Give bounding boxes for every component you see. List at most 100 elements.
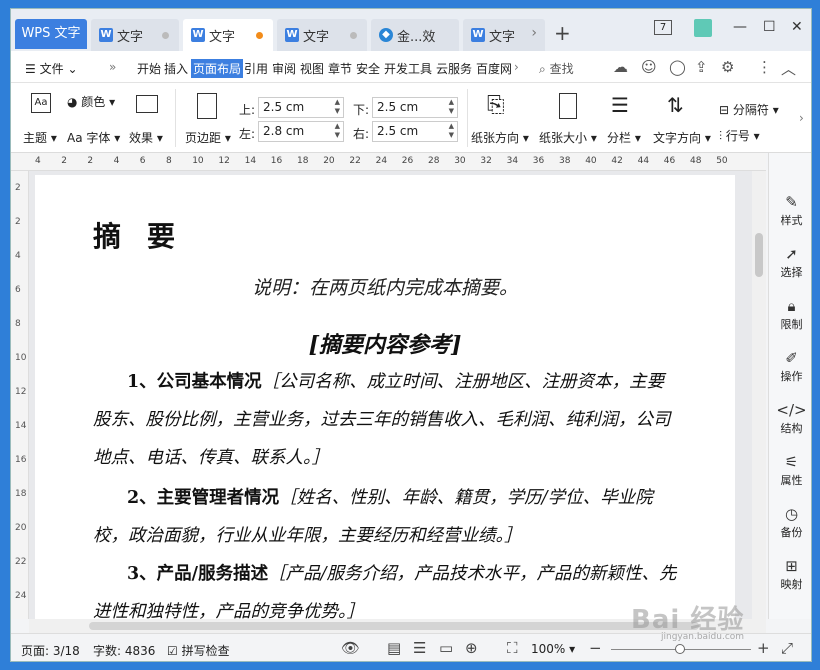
minimize-icon[interactable]: —	[733, 19, 747, 35]
maximize-icon[interactable]: ☐	[763, 19, 776, 35]
zoom-level[interactable]: 100% ▾	[531, 642, 575, 656]
scroll-thumb[interactable]	[89, 622, 699, 630]
document-page[interactable]: 摘要 说明：在两页纸内完成本摘要。 [摘要内容参考] 1、公司基本情况［公司名称…	[35, 175, 735, 619]
side-styles[interactable]: ✎ 样式	[769, 193, 811, 228]
close-icon[interactable]: ✕	[791, 19, 803, 35]
doc-tab-3[interactable]: W 文字	[277, 19, 367, 51]
comment-icon[interactable]: ◯	[669, 58, 686, 76]
text-direction-icon[interactable]: ⇅	[667, 93, 684, 117]
menu-item-security[interactable]: 安全	[356, 60, 380, 77]
paragraph-heading: 1、公司基本情况	[127, 372, 262, 392]
zoom-out-icon[interactable]: −	[589, 639, 602, 657]
ribbon-scroll-right-icon[interactable]: ›	[799, 111, 804, 125]
theme-button[interactable]: 主题 ▾	[23, 129, 57, 146]
bottom-margin-input[interactable]: 2.5 cm ▲ ▼	[372, 97, 458, 118]
menu-item-insert[interactable]: 插入	[164, 60, 188, 77]
paper-size-icon[interactable]	[559, 93, 577, 119]
orientation-button[interactable]: 纸张方向 ▾	[471, 129, 529, 146]
divider	[467, 89, 468, 147]
side-select[interactable]: ➚ 选择	[769, 245, 811, 280]
spinner-arrows-icon[interactable]: ▲ ▼	[335, 122, 340, 140]
side-restrict[interactable]: 🔒︎ 限制	[769, 297, 811, 332]
add-tab-button[interactable]: +	[554, 21, 571, 45]
margin-button[interactable]: 页边距 ▾	[185, 129, 231, 146]
columns-button[interactable]: 分栏 ▾	[607, 129, 641, 146]
scroll-thumb[interactable]	[755, 233, 763, 277]
separator-button[interactable]: ⊟ 分隔符 ▾	[719, 101, 779, 118]
side-properties[interactable]: ⚟ 属性	[769, 453, 811, 488]
settings-icon[interactable]: ⚙	[721, 58, 734, 76]
menu-item-chapter[interactable]: 章节	[328, 60, 352, 77]
fit-page-icon[interactable]: ⛶	[507, 639, 518, 657]
font-button[interactable]: Aa 字体 ▾	[67, 129, 120, 146]
menu-item-references[interactable]: 引用	[244, 60, 268, 77]
zoom-slider-handle[interactable]	[675, 644, 685, 654]
chevron-right-icon[interactable]: ›	[531, 25, 537, 41]
doc-tab-5[interactable]: W 文字 ›	[463, 19, 545, 51]
doc-tab-4[interactable]: ◆ 金...效	[371, 19, 459, 51]
vertical-ruler[interactable]: 2 2 4 6 8 10 12 14 16 18 20 22 24	[11, 171, 29, 619]
more-vertical-icon[interactable]: ⋮	[757, 58, 772, 76]
avatar[interactable]	[694, 19, 712, 37]
menu-item-view[interactable]: 视图	[300, 60, 324, 77]
horizontal-ruler[interactable]: 4 2 2 4 6 8 10 12 14 16 18 20 22 24 26 28 30 32 34 36 38 40 42…	[11, 153, 766, 171]
window-count-badge[interactable]: 7	[654, 20, 672, 35]
wps-home-tab[interactable]: WPS 文字	[15, 19, 87, 49]
line-number-button[interactable]: ⫶ 行号 ▾	[719, 127, 760, 144]
orientation-icon[interactable]: ⎘	[487, 93, 505, 118]
left-margin-label: 左:	[239, 127, 256, 141]
ruler-tick-label: 8	[166, 156, 172, 166]
add-user-icon[interactable]: ☺	[641, 58, 657, 76]
effect-button[interactable]: 效果 ▾	[129, 129, 163, 146]
outline-view-icon[interactable]: ☰	[413, 639, 426, 657]
ruler-tick-label: 30	[454, 156, 466, 166]
effect-icon[interactable]	[136, 95, 158, 113]
word-count[interactable]: 字数: 4836	[93, 642, 155, 659]
menu-item-page-layout[interactable]: 页面布局	[191, 59, 244, 78]
menu-item-start[interactable]: 开始	[137, 60, 161, 77]
spinner-arrows-icon[interactable]: ▲ ▼	[449, 122, 454, 140]
doc-tab-label: 文字	[209, 29, 236, 45]
theme-icon[interactable]: Aa	[31, 93, 51, 113]
margin-icon[interactable]	[197, 93, 217, 119]
columns-icon[interactable]: ☰	[611, 93, 629, 117]
zoom-in-icon[interactable]: +	[757, 639, 770, 657]
cloud-sync-icon[interactable]: ☁	[613, 58, 628, 76]
chevron-right-icon[interactable]: ›	[514, 60, 519, 74]
share-icon[interactable]: ⇪	[695, 58, 708, 76]
paper-size-button[interactable]: 纸张大小 ▾	[539, 129, 597, 146]
spinner-arrows-icon[interactable]: ▲ ▼	[335, 98, 340, 116]
right-margin-input[interactable]: 2.5 cm ▲ ▼	[372, 121, 458, 142]
top-margin-input[interactable]: 2.5 cm ▲ ▼	[258, 97, 344, 118]
vertical-scrollbar[interactable]	[752, 171, 766, 619]
page-indicator[interactable]: 页面: 3/18	[21, 642, 80, 659]
left-margin-input[interactable]: 2.8 cm ▲ ▼	[258, 121, 344, 142]
menu-item-cloud[interactable]: 云服务	[436, 60, 472, 77]
fullscreen-icon[interactable]: ⤢	[781, 639, 793, 657]
side-backup[interactable]: ◷ 备份	[769, 505, 811, 540]
summary-note: 说明：在两页纸内完成本摘要。	[251, 277, 518, 299]
doc-tab-2[interactable]: W 文字	[183, 19, 273, 51]
menu-item-developer[interactable]: 开发工具	[384, 60, 432, 77]
menu-item-baidu[interactable]: 百度网	[476, 60, 514, 77]
text-direction-button[interactable]: 文字方向 ▾	[653, 129, 711, 146]
side-select-label: 选择	[780, 266, 803, 279]
spell-check-button[interactable]: ☑ 拼写检查	[167, 642, 230, 659]
doc-tab-1[interactable]: W 文字	[91, 19, 179, 51]
web-view-icon[interactable]: ⊕	[465, 639, 478, 657]
side-operation[interactable]: ✐ 操作	[769, 349, 811, 384]
color-button[interactable]: ◕ 颜色 ▾	[67, 93, 115, 110]
menu-item-review[interactable]: 审阅	[272, 60, 296, 77]
side-structure[interactable]: </> 结构	[769, 401, 811, 436]
side-mapping[interactable]: ⊞ 映射	[769, 557, 811, 592]
eye-protect-icon[interactable]: 👁︎	[341, 639, 360, 657]
file-menu[interactable]: ☰ 文件 ⌄	[25, 60, 78, 77]
more-menu-icon[interactable]: »	[109, 60, 116, 74]
reading-view-icon[interactable]: ▭	[439, 639, 453, 657]
collapse-ribbon-icon[interactable]: ︿	[781, 58, 796, 79]
document-canvas[interactable]: 摘要 说明：在两页纸内完成本摘要。 [摘要内容参考] 1、公司基本情况［公司名称…	[29, 171, 766, 619]
spinner-arrows-icon[interactable]: ▲ ▼	[449, 98, 454, 116]
search-box[interactable]: ⌕ 查找	[539, 60, 574, 77]
paper-size-label: 纸张大小	[539, 131, 588, 145]
page-view-icon[interactable]: ▤	[387, 639, 401, 657]
